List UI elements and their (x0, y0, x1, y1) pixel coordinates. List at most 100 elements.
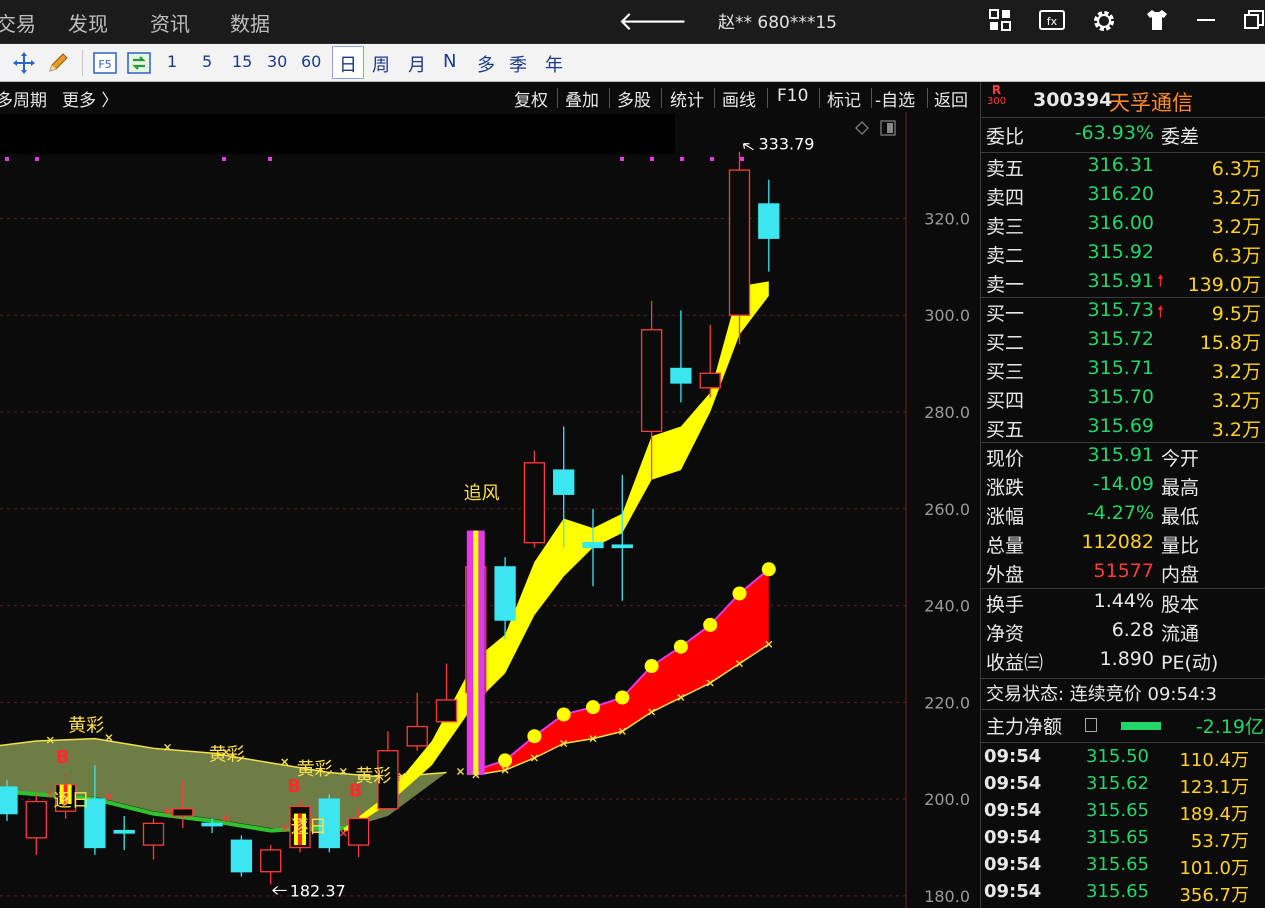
low-arrow-icon (272, 885, 287, 895)
f10-icon[interactable]: fx (1038, 8, 1066, 36)
buy-signal-label: B (287, 776, 301, 797)
sell-row[interactable]: 卖一 315.91 139.0万 (981, 270, 1265, 298)
toolbar-separator (82, 50, 83, 76)
sell-volume: 3.2万 (1211, 187, 1261, 209)
tick-time: 09:54 (984, 773, 1042, 794)
sell-row[interactable]: 卖二 315.92 6.3万 (981, 241, 1265, 269)
more-button[interactable]: 更多 〉 (62, 86, 118, 111)
signal-dot (673, 639, 688, 654)
pencil-icon[interactable] (46, 51, 70, 75)
stats-button[interactable]: 统计 (670, 86, 704, 111)
info-label: 换手 (986, 594, 1025, 616)
signal-dot (732, 586, 747, 601)
indicator-dot (222, 157, 226, 161)
list-icon[interactable] (1085, 718, 1097, 732)
move-cross-icon[interactable] (12, 51, 36, 75)
candle-down (553, 469, 575, 495)
nav-data[interactable]: 数据 (230, 8, 270, 37)
chase-highlight-core (473, 530, 479, 775)
up-arrow-icon: 🠕 (1157, 271, 1164, 290)
signal-dot (527, 729, 542, 744)
quote-value: -14.09 (1092, 473, 1154, 495)
remove-watchlist-button[interactable]: -自选 (875, 86, 915, 111)
period-n[interactable]: N (443, 51, 456, 72)
return-button[interactable]: 返回 (934, 86, 968, 111)
candle-down (758, 203, 780, 239)
candle-down (201, 822, 223, 827)
f5-icon[interactable]: F5 (93, 51, 117, 75)
period-week[interactable]: 周 (372, 51, 390, 77)
price-tick-label: 240.0 (924, 597, 970, 616)
chart-corner-icons[interactable] (855, 120, 896, 136)
sell-row[interactable]: 卖三 316.00 3.2万 (981, 212, 1265, 240)
nav-discover[interactable]: 发现 (68, 8, 108, 37)
quote-value: 315.91 (1087, 444, 1154, 466)
kline-chart[interactable]: 黄彩黄彩黄彩 黄彩逐日逐日追风BB B333.79182.37 180.0200.0… (0, 112, 980, 908)
signal-dot (615, 690, 630, 705)
stock-name[interactable]: 天孚通信 (1109, 87, 1193, 117)
main-flow-value: -2.19亿 (1195, 716, 1264, 738)
gear-icon[interactable] (1090, 8, 1118, 36)
draw-line-button[interactable]: 画线 (722, 86, 756, 111)
account-label[interactable]: 赵** 680***15 (718, 8, 837, 33)
period-day[interactable]: 日 (339, 51, 357, 77)
buy-row[interactable]: 买五 315.69 3.2万 (981, 415, 1265, 443)
quote-label: 现价 (986, 448, 1025, 470)
period-1min[interactable]: 1 (167, 52, 177, 71)
buy-row[interactable]: 买四 315.70 3.2万 (981, 386, 1265, 414)
nav-news[interactable]: 资讯 (150, 8, 190, 37)
period-multi[interactable]: 多 (477, 51, 495, 77)
buy-signal-label: B (56, 747, 70, 768)
indicator-dot (710, 157, 714, 161)
signal-dot (644, 659, 659, 674)
shirt-icon[interactable] (1143, 8, 1171, 36)
cross-mark (457, 768, 464, 776)
back-arrow-icon[interactable]: 🡐 (618, 6, 688, 37)
period-5min[interactable]: 5 (202, 52, 212, 71)
sell-level-label: 卖四 (986, 187, 1025, 209)
buy-price: 315.69 (1087, 415, 1154, 437)
weibi-row: 委比 -63.93% 委差 (981, 122, 1265, 150)
header-separator (871, 88, 872, 108)
quote-row: 涨跌 -14.09 最高 (981, 473, 1265, 501)
switch-icon[interactable] (127, 51, 151, 75)
multi-period-button[interactable]: 多周期 (0, 86, 47, 111)
f10-button[interactable]: F10 (777, 86, 808, 106)
period-15min[interactable]: 15 (232, 52, 252, 71)
mark-button[interactable]: 标记 (827, 86, 861, 111)
tick-time: 09:54 (984, 854, 1042, 875)
tick-price: 315.65 (1086, 854, 1149, 875)
minimize-icon[interactable] (1192, 8, 1220, 36)
nav-trade[interactable]: 交易 (0, 8, 36, 37)
sell-row[interactable]: 卖五 316.31 6.3万 (981, 154, 1265, 182)
buy-row[interactable]: 买一 315.73 9.5万 (981, 299, 1265, 327)
quote-row: 外盘 51577 内盘 (981, 560, 1265, 588)
buy-row[interactable]: 买三 315.71 3.2万 (981, 357, 1265, 385)
sell-volume: 139.0万 (1187, 274, 1261, 296)
overlay-button[interactable]: 叠加 (565, 86, 599, 111)
buy-level-label: 买二 (986, 332, 1025, 354)
period-60min[interactable]: 60 (301, 52, 321, 71)
period-year[interactable]: 年 (545, 51, 563, 77)
indicator-dot (268, 157, 272, 161)
header-separator (609, 88, 610, 108)
sell-row[interactable]: 卖四 316.20 3.2万 (981, 183, 1265, 211)
tick-volume: 189.4万 (1179, 804, 1249, 825)
candle-up (435, 699, 458, 723)
diamond-icon[interactable] (855, 121, 869, 135)
period-30min[interactable]: 30 (267, 52, 287, 71)
period-month[interactable]: 月 (408, 51, 426, 77)
tick-price: 315.65 (1086, 827, 1149, 848)
multi-stock-button[interactable]: 多股 (617, 86, 651, 111)
candle-up (728, 169, 751, 316)
quote-label: 总量 (986, 535, 1025, 557)
market-badge: R 300 (987, 84, 1006, 108)
header-separator (927, 88, 928, 108)
period-quarter[interactable]: 季 (509, 51, 527, 77)
buy-row[interactable]: 买二 315.72 15.8万 (981, 328, 1265, 356)
fuquan-button[interactable]: 复权 (514, 86, 548, 111)
chart-header: 多周期 更多 〉 复权 叠加 多股 统计 画线 F10 标记 -自选 返回 (0, 82, 980, 112)
tick-row: 09:54 315.65 101.0万 (981, 854, 1265, 881)
grid-icon[interactable] (986, 8, 1014, 36)
restore-icon[interactable] (1240, 8, 1265, 36)
